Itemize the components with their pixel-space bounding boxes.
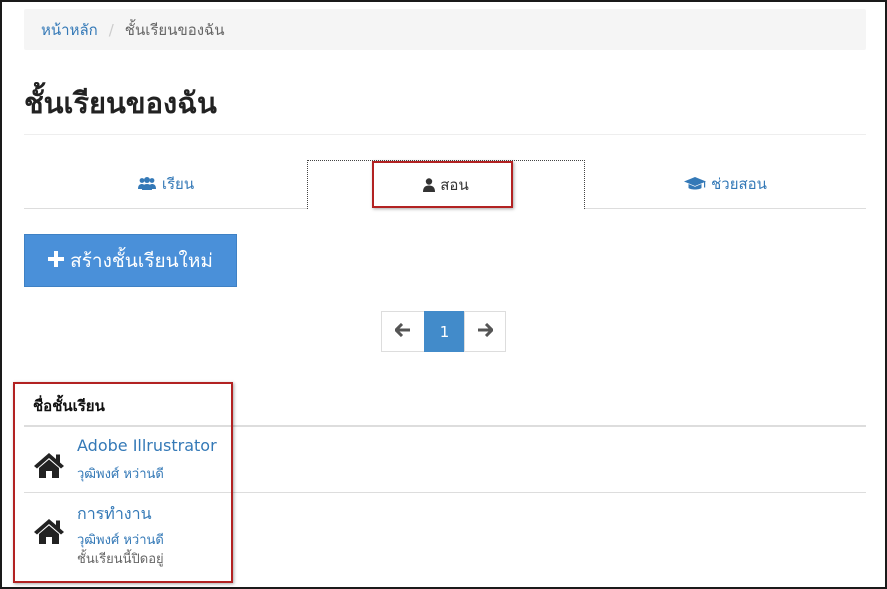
breadcrumb: หน้าหลัก / ชั้นเรียนของฉัน: [24, 9, 866, 50]
arrow-left-icon: [393, 322, 411, 341]
create-class-label: สร้างชั้นเรียนใหม่: [70, 249, 213, 272]
title-divider: [24, 134, 866, 135]
tab-assist[interactable]: ช่วยสอน: [585, 160, 866, 208]
tab-teach-label: สอน: [440, 176, 469, 194]
page-next-button[interactable]: [464, 311, 506, 352]
user-icon: [423, 178, 436, 192]
tab-learn-label: เรียน: [161, 175, 195, 193]
breadcrumb-home-link[interactable]: หน้าหลัก: [41, 18, 98, 42]
tab-teach[interactable]: สอน: [307, 160, 585, 209]
class-tabs: เรียน สอน ช่วยสอน: [24, 160, 866, 209]
pagination: 1: [381, 311, 506, 352]
page-title: ชั้นเรียนของฉัน: [24, 86, 217, 120]
class-owner-link[interactable]: วุฒิพงศ์ หว่านดี: [77, 529, 164, 550]
breadcrumb-separator: /: [108, 20, 114, 39]
breadcrumb-current: ชั้นเรียนของฉัน: [124, 20, 225, 39]
create-class-button[interactable]: สร้างชั้นเรียนใหม่: [24, 234, 237, 287]
page-number-button[interactable]: 1: [424, 311, 465, 352]
plus-icon: [48, 248, 65, 273]
tab-learn[interactable]: เรียน: [24, 160, 307, 208]
graduation-cap-icon: [684, 177, 707, 191]
arrow-right-icon: [477, 322, 495, 341]
class-name-link[interactable]: Adobe Illrustrator: [77, 436, 217, 455]
class-name-link[interactable]: การทำงาน: [77, 502, 152, 527]
home-icon: [33, 518, 65, 548]
home-icon: [33, 452, 65, 482]
class-owner-link[interactable]: วุฒิพงศ์ หว่านดี: [77, 463, 164, 484]
users-icon: [137, 177, 157, 191]
list-item: การทำงาน วุฒิพงศ์ หว่านดี ชั้นเรียนนี้ปิ…: [24, 493, 866, 583]
page-prev-button[interactable]: [381, 311, 425, 352]
list-item: Adobe Illrustrator วุฒิพงศ์ หว่านดี: [24, 427, 866, 492]
tab-assist-label: ช่วยสอน: [711, 175, 767, 193]
class-status-text: ชั้นเรียนนี้ปิดอยู่: [77, 552, 164, 567]
class-list-header: ชื่อชั้นเรียน: [33, 397, 105, 415]
